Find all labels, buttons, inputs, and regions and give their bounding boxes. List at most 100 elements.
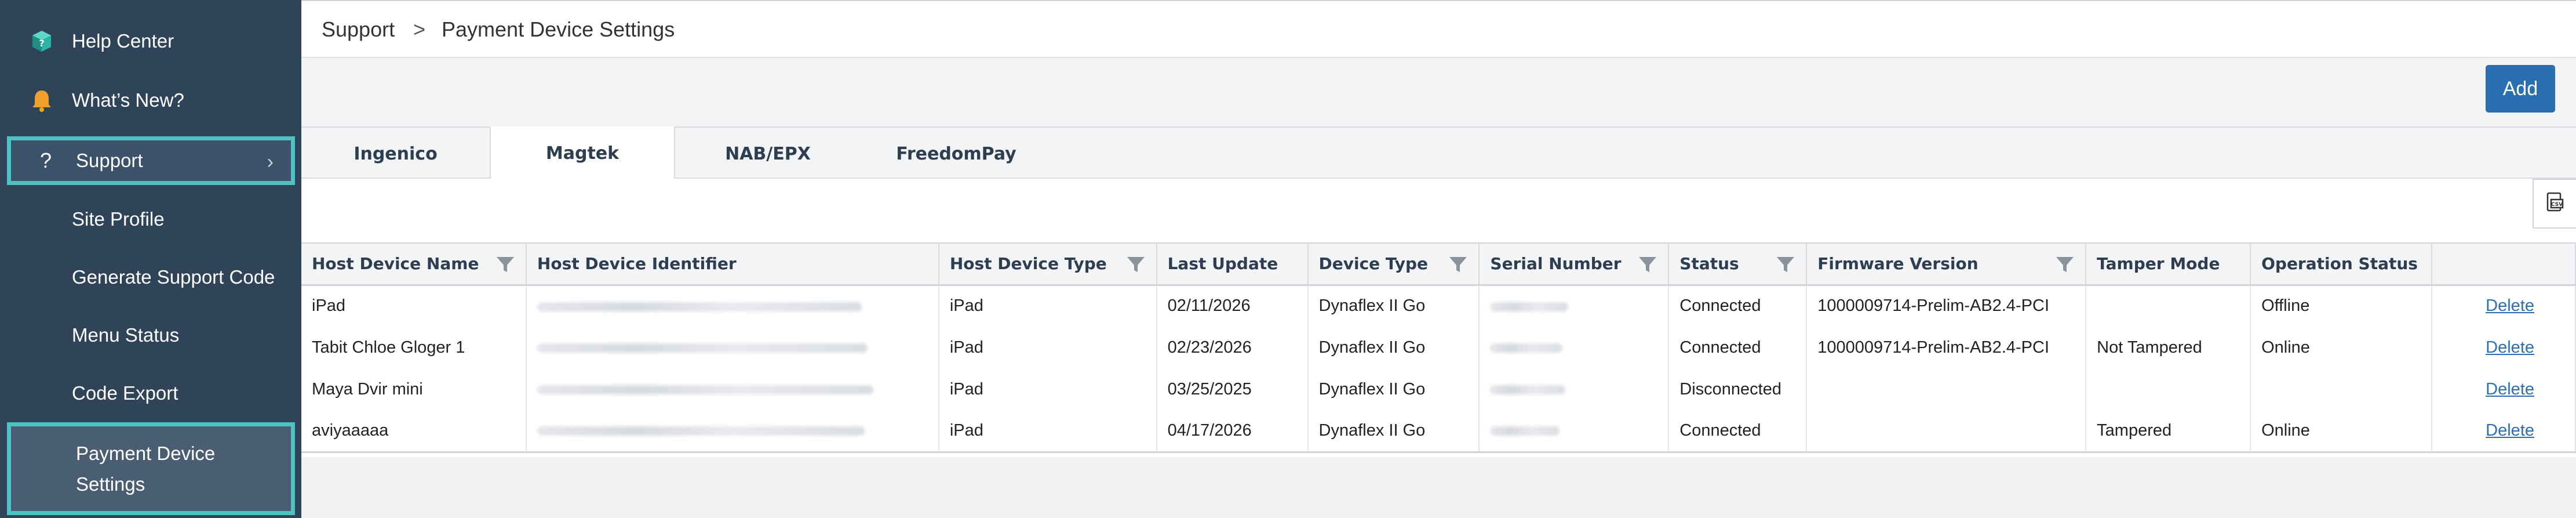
sidebar-subitem-menu-status[interactable]: Menu Status: [0, 306, 301, 364]
cell-serial-number-redacted: [1479, 410, 1670, 453]
filter-icon[interactable]: [1638, 255, 1657, 274]
cell-tamper-mode: [2086, 368, 2251, 410]
cell-serial-number-redacted: [1479, 327, 1670, 368]
cell-actions: Delete: [2431, 410, 2576, 453]
filter-icon[interactable]: [2055, 255, 2075, 274]
processor-tabs: Ingenico Magtek NAB/EPX FreedomPay: [301, 126, 2576, 180]
cell-tamper-mode: Not Tampered: [2086, 327, 2251, 368]
column-header-operation-status[interactable]: Operation Status: [2250, 242, 2432, 286]
cell-device-type: Dynaflex II Go: [1307, 327, 1480, 368]
sidebar-item-help-center[interactable]: ? Help Center: [0, 12, 301, 71]
cell-host-device-identifier-redacted: [526, 327, 939, 368]
column-header-status[interactable]: Status: [1668, 242, 1808, 286]
table-row: aviyaaaaa iPad 04/17/2026 Dynaflex II Go…: [301, 410, 2576, 453]
cell-last-update: 04/17/2026: [1156, 410, 1309, 453]
cell-operation-status: Offline: [2250, 285, 2432, 327]
cell-device-type: Dynaflex II Go: [1307, 368, 1480, 410]
cell-host-device-name: Maya Dvir mini: [301, 368, 527, 410]
column-header-actions: [2431, 242, 2576, 286]
column-header-serial-number[interactable]: Serial Number: [1479, 242, 1670, 286]
cell-actions: Delete: [2431, 368, 2576, 410]
cell-firmware-version: [1806, 410, 2087, 453]
bell-icon: [28, 86, 56, 114]
cell-serial-number-redacted: [1479, 368, 1670, 410]
table-row: Tabit Chloe Gloger 1 iPad 02/23/2026 Dyn…: [301, 327, 2576, 368]
cell-serial-number-redacted: [1479, 285, 1670, 327]
cell-tamper-mode: Tampered: [2086, 410, 2251, 453]
sidebar-subitem-site-profile[interactable]: Site Profile: [0, 190, 301, 248]
tab-nab-epx[interactable]: NAB/EPX: [675, 128, 861, 180]
cell-host-device-identifier-redacted: [526, 285, 939, 327]
cell-host-device-type: iPad: [938, 285, 1157, 327]
cell-last-update: 03/25/2025: [1156, 368, 1309, 410]
column-header-firmware-version[interactable]: Firmware Version: [1806, 242, 2087, 286]
cell-device-type: Dynaflex II Go: [1307, 410, 1480, 453]
cell-status: Disconnected: [1668, 368, 1808, 410]
cell-host-device-identifier-redacted: [526, 368, 939, 410]
sidebar-subitem-label: Site Profile: [72, 208, 165, 230]
column-header-host-device-type[interactable]: Host Device Type: [938, 242, 1157, 286]
export-button[interactable]: CSV: [2533, 179, 2576, 229]
filter-icon[interactable]: [495, 255, 515, 274]
filter-icon[interactable]: [1126, 255, 1146, 274]
cell-operation-status: Online: [2250, 327, 2432, 368]
cell-operation-status: Online: [2250, 410, 2432, 453]
delete-link[interactable]: Delete: [2486, 421, 2534, 440]
cell-host-device-type: iPad: [938, 368, 1157, 410]
cell-host-device-type: iPad: [938, 327, 1157, 368]
cell-last-update: 02/23/2026: [1156, 327, 1309, 368]
sidebar-item-support[interactable]: ? Support ›: [7, 136, 295, 185]
cell-status: Connected: [1668, 285, 1808, 327]
page-footer-area: [301, 457, 2576, 518]
cell-status: Connected: [1668, 327, 1808, 368]
breadcrumb-separator: >: [413, 17, 426, 41]
page-title: Payment Device Settings: [442, 17, 675, 41]
svg-text:?: ?: [39, 38, 44, 49]
cell-host-device-name: aviyaaaaa: [301, 410, 527, 453]
breadcrumb-parent-link[interactable]: Support: [322, 17, 395, 42]
delete-link[interactable]: Delete: [2486, 338, 2534, 357]
tab-ingenico[interactable]: Ingenico: [301, 128, 490, 180]
question-icon: ?: [39, 148, 52, 172]
filter-icon[interactable]: [1776, 255, 1795, 274]
tab-freedompay[interactable]: FreedomPay: [861, 128, 1052, 180]
main-panel: Support > Payment Device Settings Add In…: [301, 0, 2576, 518]
cell-host-device-name: Tabit Chloe Gloger 1: [301, 327, 527, 368]
cell-actions: Delete: [2431, 285, 2576, 327]
devices-panel: CSV Host Device Name Host Device Identif…: [301, 179, 2576, 457]
cell-host-device-name: iPad: [301, 285, 527, 327]
add-button[interactable]: Add: [2486, 65, 2555, 113]
help-center-icon: ?: [28, 27, 56, 55]
delete-link[interactable]: Delete: [2486, 380, 2534, 399]
cell-tamper-mode: [2086, 285, 2251, 327]
column-header-tamper-mode[interactable]: Tamper Mode: [2086, 242, 2251, 286]
cell-firmware-version: 1000009714-Prelim-AB2.4-PCI: [1806, 285, 2087, 327]
sidebar-subitem-label: Menu Status: [72, 324, 180, 346]
devices-table: Host Device Name Host Device Identifier …: [301, 242, 2576, 453]
column-header-device-type[interactable]: Device Type: [1307, 242, 1480, 286]
sidebar-subitem-generate-support-code[interactable]: Generate Support Code: [0, 248, 301, 306]
cell-last-update: 02/11/2026: [1156, 285, 1309, 327]
cell-host-device-identifier-redacted: [526, 410, 939, 453]
table-row: iPad iPad 02/11/2026 Dynaflex II Go Conn…: [301, 285, 2576, 327]
sidebar-item-whats-new[interactable]: What’s New?: [0, 71, 301, 130]
sidebar-subitem-code-export[interactable]: Code Export: [0, 364, 301, 422]
sidebar-subitem-label: Generate Support Code: [72, 266, 275, 288]
cell-status: Connected: [1668, 410, 1808, 453]
cell-actions: Delete: [2431, 327, 2576, 368]
delete-link[interactable]: Delete: [2486, 296, 2534, 315]
sidebar-subitem-label: Payment Device Settings: [76, 443, 216, 495]
filter-icon[interactable]: [1448, 255, 1468, 274]
table-header-row: Host Device Name Host Device Identifier …: [301, 242, 2576, 286]
cell-firmware-version: [1806, 368, 2087, 410]
breadcrumb: Support > Payment Device Settings: [301, 0, 2576, 58]
column-header-last-update[interactable]: Last Update: [1156, 242, 1309, 286]
column-header-host-device-identifier[interactable]: Host Device Identifier: [526, 242, 939, 286]
sidebar-item-label: What’s New?: [72, 89, 184, 111]
chevron-right-icon: ›: [267, 151, 274, 173]
column-header-host-device-name[interactable]: Host Device Name: [301, 242, 527, 286]
export-icon: CSV: [2545, 191, 2565, 216]
tab-magtek[interactable]: Magtek: [490, 126, 675, 180]
cell-host-device-type: iPad: [938, 410, 1157, 453]
sidebar-subitem-payment-device-settings[interactable]: Payment Device Settings: [7, 422, 295, 515]
